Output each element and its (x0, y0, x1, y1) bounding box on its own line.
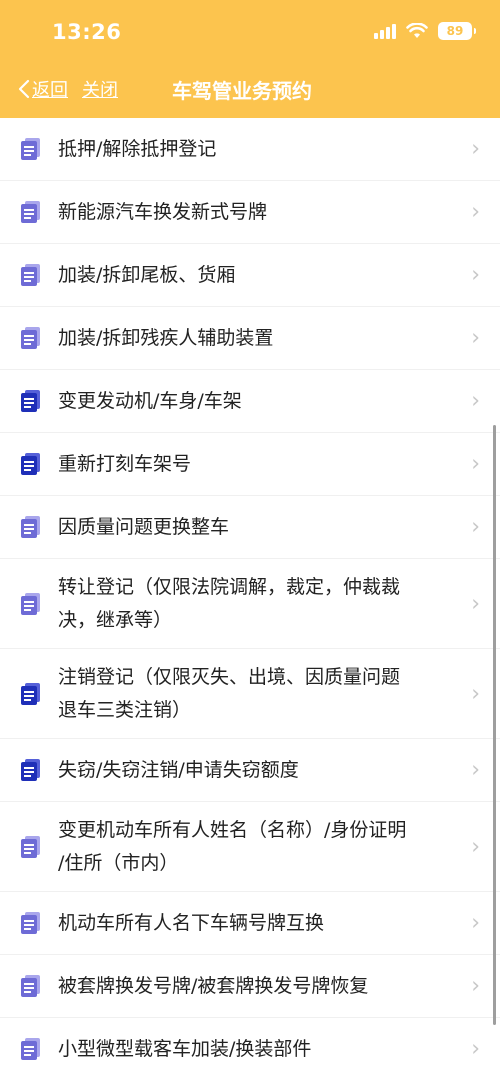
chevron-right-icon: › (471, 1036, 480, 1062)
battery-icon: 89 (438, 22, 476, 40)
document-icon (21, 682, 40, 705)
document-icon (21, 1038, 40, 1060)
list-item-label: 注销登记（仅限灭失、出境、因质量问题 退车三类注销） (58, 661, 400, 727)
document-icon (21, 516, 40, 538)
list-item-label: 重新打刻车架号 (58, 452, 192, 475)
chevron-left-icon (18, 79, 30, 99)
list-item[interactable]: 变更发动机/车身/车架 › (0, 370, 500, 433)
chevron-right-icon: › (471, 451, 480, 477)
chevron-right-icon: › (471, 591, 480, 616)
document-icon (21, 975, 40, 997)
chevron-right-icon: › (471, 262, 480, 288)
list-item[interactable]: 因质量问题更换整车 › (0, 496, 500, 559)
page-title: 车驾管业务预约 (172, 79, 312, 103)
list-item[interactable]: 加装/拆卸尾板、货厢 › (0, 244, 500, 307)
list-item-label-line: 注销登记（仅限灭失、出境、因质量问题 (58, 665, 401, 688)
list-item-label-line: 决，继承等） (58, 608, 173, 631)
chevron-right-icon: › (471, 834, 480, 859)
list-item-label-line: 变更机动车所有人姓名（名称）/身份证明 (58, 818, 407, 841)
wifi-icon (406, 23, 428, 38)
chevron-right-icon: › (471, 514, 480, 540)
document-icon (21, 327, 40, 349)
chevron-right-icon: › (471, 910, 480, 936)
cellular-signal-icon (374, 23, 396, 39)
list-item-label: 变更发动机/车身/车架 (58, 389, 242, 412)
list-item[interactable]: 新能源汽车换发新式号牌 › (0, 181, 500, 244)
list-item-label: 被套牌换发号牌/被套牌换发号牌恢复 (58, 974, 369, 997)
document-icon (21, 138, 40, 160)
document-icon (21, 201, 40, 223)
chevron-right-icon: › (471, 199, 480, 225)
status-bar: 13:26 89 (0, 0, 500, 62)
list-item[interactable]: 转让登记（仅限法院调解，裁定，仲裁裁 决，继承等） › (0, 559, 500, 649)
document-icon (21, 912, 40, 934)
list-item-label: 小型微型载客车加装/换装部件 (58, 1037, 312, 1060)
document-icon (21, 264, 40, 286)
list-item-label-line: 退车三类注销） (58, 698, 192, 721)
list-item[interactable]: 失窃/失窃注销/申请失窃额度 › (0, 739, 500, 802)
chevron-right-icon: › (471, 973, 480, 999)
scrollbar[interactable] (493, 425, 496, 1025)
chevron-right-icon: › (471, 757, 480, 783)
list-item[interactable]: 注销登记（仅限灭失、出境、因质量问题 退车三类注销） › (0, 649, 500, 739)
chevron-right-icon: › (471, 681, 480, 706)
list-item-label-line: /住所（市内） (58, 851, 179, 874)
chevron-right-icon: › (471, 325, 480, 351)
list-item[interactable]: 加装/拆卸残疾人辅助装置 › (0, 307, 500, 370)
status-time: 13:26 (52, 20, 122, 44)
list-item-label: 失窃/失窃注销/申请失窃额度 (58, 758, 299, 781)
back-button[interactable]: 返回 (18, 76, 68, 102)
list-item[interactable]: 被套牌换发号牌/被套牌换发号牌恢复 › (0, 955, 500, 1018)
chevron-right-icon: › (471, 136, 480, 162)
list-item[interactable]: 小型微型载客车加装/换装部件 › (0, 1018, 500, 1065)
list-item-label: 机动车所有人名下车辆号牌互换 (58, 911, 325, 934)
list-item[interactable]: 重新打刻车架号 › (0, 433, 500, 496)
battery-level: 89 (446, 24, 464, 38)
list-item[interactable]: 变更机动车所有人姓名（名称）/身份证明/住所（市内） › (0, 802, 500, 892)
chevron-right-icon: › (471, 388, 480, 414)
list-item-label: 抵押/解除抵押登记 (58, 137, 217, 160)
nav-bar: 返回 关闭 车驾管业务预约 (0, 62, 500, 118)
header: 13:26 89 返回 关闭 车驾管业务预约 (0, 0, 500, 118)
list-item[interactable]: 机动车所有人名下车辆号牌互换 › (0, 892, 500, 955)
document-icon (21, 835, 40, 858)
document-icon (21, 759, 40, 781)
document-icon (21, 390, 40, 412)
list-item-label-line: 转让登记（仅限法院调解，裁定，仲裁裁 (58, 575, 401, 598)
list-item-label: 新能源汽车换发新式号牌 (58, 200, 268, 223)
list-item-label: 因质量问题更换整车 (58, 515, 230, 538)
screen: 13:26 89 返回 关闭 车驾管业务预约 抵押/解除抵押登记 › 新能源汽车… (0, 0, 500, 1065)
list-item-label: 变更机动车所有人姓名（名称）/身份证明/住所（市内） (58, 814, 406, 880)
service-list: 抵押/解除抵押登记 › 新能源汽车换发新式号牌 › 加装/拆卸尾板、货厢 › 加… (0, 118, 500, 1065)
list-item-label: 转让登记（仅限法院调解，裁定，仲裁裁 决，继承等） (58, 571, 400, 637)
back-label: 返回 (32, 80, 68, 101)
list-item-label: 加装/拆卸尾板、货厢 (58, 263, 236, 286)
list-item-label: 加装/拆卸残疾人辅助装置 (58, 326, 274, 349)
close-button[interactable]: 关闭 (82, 76, 118, 102)
document-icon (21, 453, 40, 475)
document-icon (21, 592, 40, 615)
status-icons: 89 (374, 22, 476, 40)
list-item[interactable]: 抵押/解除抵押登记 › (0, 118, 500, 181)
